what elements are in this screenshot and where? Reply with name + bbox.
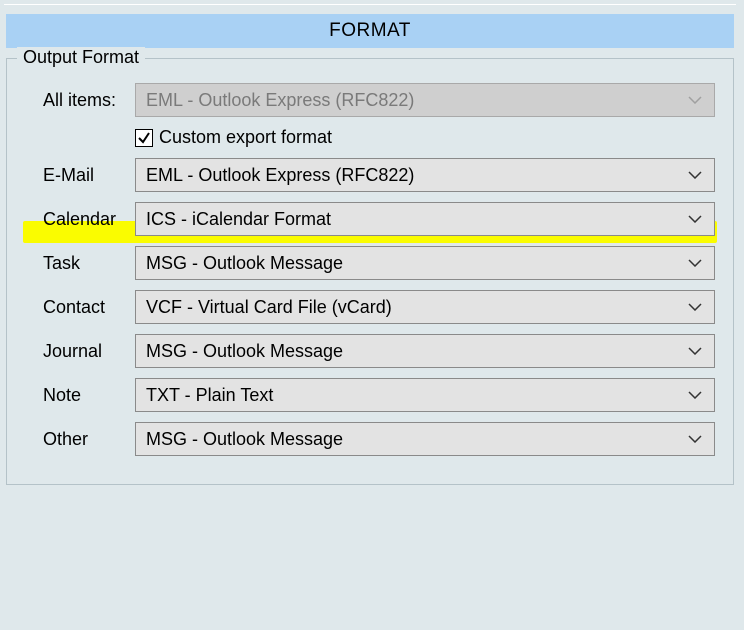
other-select[interactable]: MSG - Outlook Message [135, 422, 715, 456]
contact-select[interactable]: VCF - Virtual Card File (vCard) [135, 290, 715, 324]
custom-export-checkbox[interactable] [135, 129, 153, 147]
custom-export-label: Custom export format [159, 127, 332, 148]
email-select[interactable]: EML - Outlook Express (RFC822) [135, 158, 715, 192]
label-other: Other [25, 429, 135, 450]
task-value: MSG - Outlook Message [146, 253, 686, 274]
contact-value: VCF - Virtual Card File (vCard) [146, 297, 686, 318]
chevron-down-icon [686, 391, 704, 399]
chevron-down-icon [686, 96, 704, 104]
chevron-down-icon [686, 171, 704, 179]
journal-select[interactable]: MSG - Outlook Message [135, 334, 715, 368]
chevron-down-icon [686, 303, 704, 311]
calendar-select[interactable]: ICS - iCalendar Format [135, 202, 715, 236]
output-format-group: Output Format All items: EML - Outlook E… [6, 58, 734, 485]
label-calendar: Calendar [25, 209, 135, 230]
all-items-value: EML - Outlook Express (RFC822) [146, 90, 686, 111]
all-items-select: EML - Outlook Express (RFC822) [135, 83, 715, 117]
chevron-down-icon [686, 347, 704, 355]
chevron-down-icon [686, 435, 704, 443]
note-value: TXT - Plain Text [146, 385, 686, 406]
group-title: Output Format [17, 47, 145, 68]
label-all-items: All items: [25, 90, 135, 111]
other-value: MSG - Outlook Message [146, 429, 686, 450]
label-note: Note [25, 385, 135, 406]
email-value: EML - Outlook Express (RFC822) [146, 165, 686, 186]
section-header-label: FORMAT [329, 20, 411, 42]
chevron-down-icon [686, 259, 704, 267]
calendar-value: ICS - iCalendar Format [146, 209, 686, 230]
chevron-down-icon [686, 215, 704, 223]
task-select[interactable]: MSG - Outlook Message [135, 246, 715, 280]
journal-value: MSG - Outlook Message [146, 341, 686, 362]
label-email: E-Mail [25, 165, 135, 186]
label-task: Task [25, 253, 135, 274]
label-journal: Journal [25, 341, 135, 362]
note-select[interactable]: TXT - Plain Text [135, 378, 715, 412]
section-header-format: FORMAT [6, 14, 734, 48]
label-contact: Contact [25, 297, 135, 318]
